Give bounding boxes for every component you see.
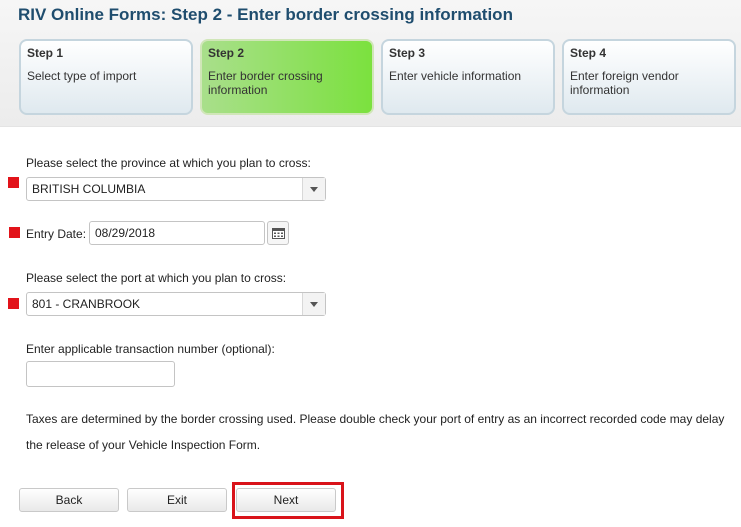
step-header: RIV Online Forms: Step 2 - Enter border …: [0, 0, 741, 127]
border-crossing-note: Taxes are determined by the border cross…: [26, 412, 725, 452]
transaction-number-label: Enter applicable transaction number (opt…: [26, 342, 275, 356]
step-number: Step 4: [570, 46, 607, 60]
step-number: Step 3: [389, 46, 426, 60]
entry-date-label: Entry Date:: [26, 227, 87, 241]
step-2: Step 2 Enter border crossing information: [200, 39, 374, 115]
required-marker-icon: [9, 227, 20, 238]
exit-button[interactable]: Exit: [127, 488, 227, 512]
back-button[interactable]: Back: [19, 488, 119, 512]
chevron-down-icon[interactable]: [302, 178, 325, 200]
step-description: Enter border crossing information: [208, 69, 323, 97]
step-number: Step 2: [208, 46, 245, 60]
calendar-icon[interactable]: [267, 221, 289, 245]
port-label: Please select the port at which you plan…: [26, 271, 287, 285]
port-select-value: 801 - CRANBROOK: [32, 297, 141, 311]
province-label: Please select the province at which you …: [26, 156, 311, 170]
province-select-value: BRITISH COLUMBIA: [32, 182, 146, 196]
entry-date-input[interactable]: [89, 221, 265, 245]
step-description: Enter vehicle information: [389, 69, 522, 83]
required-marker-icon: [8, 177, 19, 188]
transaction-number-input[interactable]: [26, 361, 175, 387]
province-select[interactable]: BRITISH COLUMBIA: [26, 177, 326, 201]
step-4: Step 4 Enter foreign vendor information: [562, 39, 736, 115]
step-1: Step 1 Select type of import: [19, 39, 193, 115]
chevron-down-icon[interactable]: [302, 293, 325, 315]
step-3: Step 3 Enter vehicle information: [381, 39, 555, 115]
next-button[interactable]: Next: [236, 488, 336, 512]
step-description: Select type of import: [27, 69, 137, 83]
port-select[interactable]: 801 - CRANBROOK: [26, 292, 326, 316]
page-title: RIV Online Forms: Step 2 - Enter border …: [18, 5, 513, 24]
required-marker-icon: [8, 298, 19, 309]
step-description: Enter foreign vendor information: [570, 69, 679, 97]
step-number: Step 1: [27, 46, 64, 60]
